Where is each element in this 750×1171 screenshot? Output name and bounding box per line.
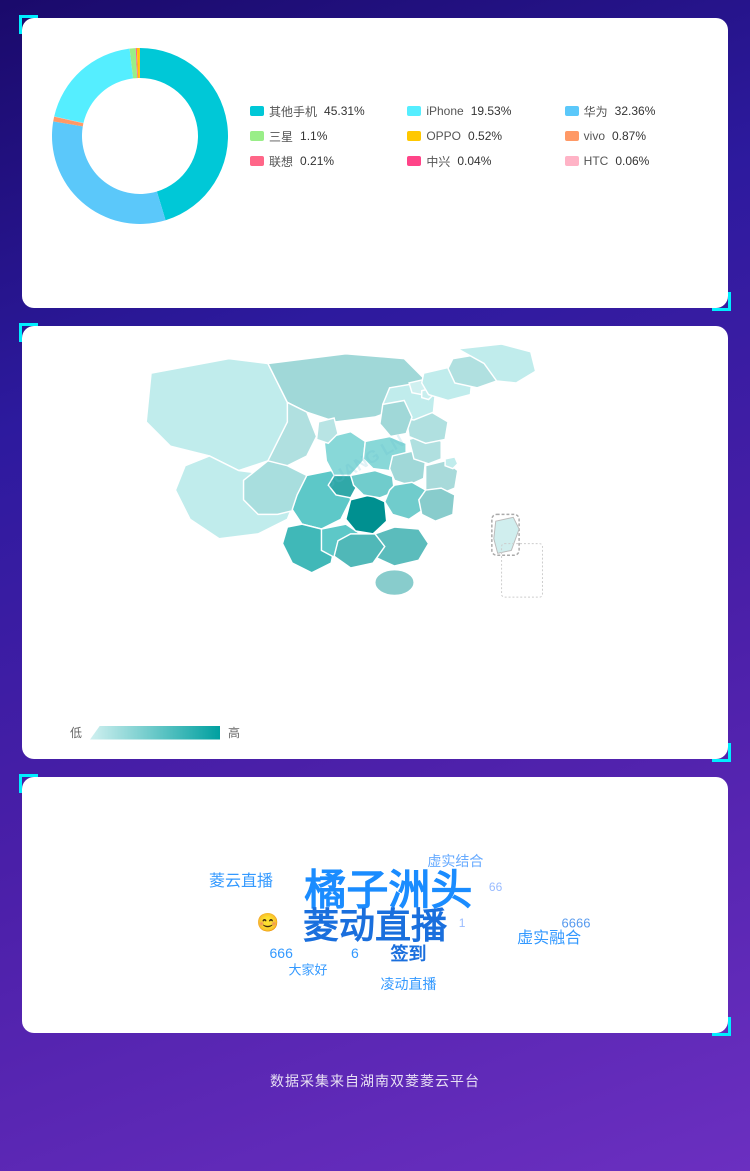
legend-pct: 0.21% bbox=[300, 154, 334, 168]
legend-color bbox=[407, 106, 421, 116]
legend-color bbox=[565, 156, 579, 166]
footer-text: 数据采集来自湖南双菱菱云平台 bbox=[270, 1073, 480, 1089]
geo-distribution-panel: SUANG LN 低 高 bbox=[22, 326, 728, 759]
legend-pct: 1.1% bbox=[300, 129, 327, 143]
legend-pct: 19.53% bbox=[471, 104, 512, 118]
word-cloud-item: 凌动直播 bbox=[381, 974, 437, 994]
donut-chart bbox=[40, 36, 240, 236]
legend-name: 联想 bbox=[269, 153, 293, 170]
legend-pct: 0.06% bbox=[615, 154, 649, 168]
word-cloud-item: 6666 bbox=[562, 915, 591, 930]
device-legend: 其他手机 45.31% iPhone 19.53% 华为 32.36% 三星 1… bbox=[250, 103, 710, 170]
legend-item: 其他手机 45.31% bbox=[250, 103, 395, 120]
legend-name: iPhone bbox=[426, 104, 463, 118]
legend-pct: 32.36% bbox=[615, 104, 656, 118]
word-cloud-item: 虚实结合 bbox=[427, 851, 483, 871]
legend-low-label: 低 bbox=[70, 724, 82, 741]
gradient-bar bbox=[90, 726, 220, 740]
legend-color bbox=[250, 106, 264, 116]
legend-name: 中兴 bbox=[426, 153, 450, 170]
legend-item: 联想 0.21% bbox=[250, 153, 395, 170]
legend-color bbox=[407, 131, 421, 141]
legend-item: vivo 0.87% bbox=[565, 128, 710, 145]
word-cloud-item: 66 bbox=[489, 880, 502, 894]
legend-pct: 45.31% bbox=[324, 104, 365, 118]
legend-pct: 0.52% bbox=[468, 129, 502, 143]
legend-color bbox=[565, 106, 579, 116]
legend-item: 中兴 0.04% bbox=[407, 153, 552, 170]
legend-pct: 0.87% bbox=[612, 129, 646, 143]
word-cloud-item: 😊 bbox=[257, 912, 279, 933]
word-cloud-item: 菱云直播 bbox=[209, 867, 273, 891]
legend-name: 其他手机 bbox=[269, 103, 317, 120]
legend-name: HTC bbox=[584, 154, 609, 168]
legend-item: OPPO 0.52% bbox=[407, 128, 552, 145]
map-legend: 低 高 bbox=[70, 724, 240, 741]
legend-item: 三星 1.1% bbox=[250, 128, 395, 145]
legend-color bbox=[250, 156, 264, 166]
legend-high-label: 高 bbox=[228, 724, 240, 741]
word-cloud-item: 大家好 bbox=[288, 959, 327, 978]
footer: 数据采集来自湖南双菱菱云平台 bbox=[0, 1051, 750, 1106]
legend-pct: 0.04% bbox=[457, 154, 491, 168]
word-cloud-container: 橘子洲头菱动直播菱云直播虚实结合虚实融合签到66661666666大家好凌动直播… bbox=[40, 795, 710, 1015]
word-cloud-item: 6 bbox=[351, 945, 359, 961]
legend-name: OPPO bbox=[426, 129, 461, 143]
legend-name: vivo bbox=[584, 129, 605, 143]
china-map: SUANG LN bbox=[40, 344, 710, 714]
word-cloud-item: 签到 bbox=[391, 940, 427, 966]
legend-color bbox=[250, 131, 264, 141]
legend-color bbox=[407, 156, 421, 166]
legend-item: HTC 0.06% bbox=[565, 153, 710, 170]
legend-item: iPhone 19.53% bbox=[407, 103, 552, 120]
device-distribution-panel: 其他手机 45.31% iPhone 19.53% 华为 32.36% 三星 1… bbox=[22, 18, 728, 308]
word-cloud-item: 1 bbox=[459, 916, 466, 930]
legend-name: 三星 bbox=[269, 128, 293, 145]
legend-name: 华为 bbox=[584, 103, 608, 120]
word-cloud-panel: 橘子洲头菱动直播菱云直播虚实结合虚实融合签到66661666666大家好凌动直播… bbox=[22, 777, 728, 1033]
legend-color bbox=[565, 131, 579, 141]
legend-item: 华为 32.36% bbox=[565, 103, 710, 120]
